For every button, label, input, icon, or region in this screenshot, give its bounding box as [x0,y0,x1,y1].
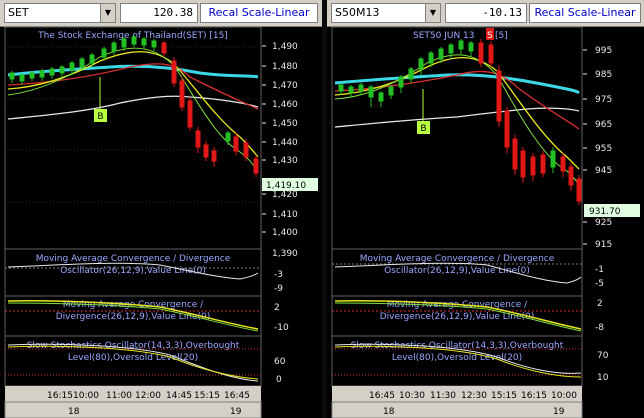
ma-white-line [7,95,259,120]
svg-text:11:30: 11:30 [430,391,456,401]
svg-text:955: 955 [595,144,612,154]
left-chart-window: SET ▼ 120.38 Recal Scale-Linear The Stoc… [0,0,322,418]
macd-osc-tick-1: -1 [595,265,604,275]
date-label-2: 19 [230,407,242,417]
date-label-1: 18 [68,407,80,417]
date-label-2: 19 [553,407,565,417]
svg-text:1,470: 1,470 [272,81,298,91]
svg-text:945: 945 [595,166,612,176]
price-tick-bottom: 1,390 [272,249,298,259]
symbol-value: SET [8,6,29,19]
svg-text:1,450: 1,450 [272,119,298,129]
svg-text:16:45: 16:45 [224,391,250,401]
svg-text:12:00: 12:00 [135,391,161,401]
svg-text:1,410: 1,410 [272,210,298,220]
ma-cyan-line [7,64,259,79]
svg-text:1,480: 1,480 [272,62,298,72]
symbol-value: S50M13 [335,6,380,19]
chart-title: SET50 JUN 13 [413,31,475,41]
svg-text:1,440: 1,440 [272,138,298,148]
date-label-1: 18 [383,407,395,417]
svg-text:975: 975 [595,95,612,105]
buy-signal-label: B [420,124,426,134]
macd-div-tick-1: 2 [597,299,603,309]
right-chart-area[interactable]: SET50 JUN 13 S [5] B 995 985 975 965 955… [327,27,644,418]
macd-div-tick-1: 2 [274,303,280,313]
macd-div-tick-2: -8 [595,323,604,333]
macd-osc-title: Moving Average Convergence / Divergence [360,254,555,264]
date-axis [4,401,262,418]
time-axis [5,386,261,402]
symbol-dropdown[interactable]: S50M13 ▼ [331,3,441,23]
macd-osc-tick-1: -3 [274,270,283,280]
chevron-down-icon[interactable]: ▼ [425,4,440,22]
chevron-down-icon[interactable]: ▼ [100,4,115,22]
svg-text:995: 995 [595,46,612,56]
price-axis: 995 985 975 965 955 945 925 915 [595,46,612,250]
stoch-tick-1: 70 [597,351,609,361]
svg-text:10:00: 10:00 [551,391,577,401]
svg-text:10:00: 10:00 [73,391,99,401]
svg-text:985: 985 [595,70,612,80]
candlesticks [338,39,582,205]
svg-text:16:15: 16:15 [521,391,547,401]
stoch-tick-1: 60 [274,357,286,367]
stoch-tick-2: 10 [597,373,609,383]
price-pane-frame [331,27,583,250]
price-axis-ticks [262,45,266,233]
price-change-display: -10.13 [445,3,527,23]
left-toolbar: SET ▼ 120.38 Recal Scale-Linear [0,0,322,27]
last-price-label: 1,419.10 [266,181,306,191]
svg-text:16:45: 16:45 [369,391,395,401]
right-toolbar: S50M13 ▼ -10.13 Recal Scale-Linear [327,0,644,27]
svg-text:1,400: 1,400 [272,228,298,238]
svg-text:1,490: 1,490 [272,42,298,52]
svg-text:15:15: 15:15 [194,391,220,401]
price-axis: 1,490 1,480 1,470 1,460 1,450 1,440 1,43… [272,42,298,238]
buy-signal-label: B [97,112,103,122]
macd-div-subtitle: Divergence(26,12,9),Value Line(0) [380,312,535,322]
svg-text:16:15: 16:15 [47,391,73,401]
time-labels: 16:45 10:30 11:30 12:30 15:15 16:15 10:0… [369,391,577,401]
svg-text:11:00: 11:00 [106,391,132,401]
price-pane-frame [4,27,262,250]
macd-osc-tick-2: -5 [595,279,604,289]
last-price-label: 931.70 [589,207,621,217]
time-labels: 16:15 10:00 11:00 12:00 14:45 15:15 16:4… [47,391,250,401]
left-chart-area[interactable]: The Stock Exchange of Thailand(SET) [15] [0,27,322,418]
stoch-tick-2: 0 [276,375,282,385]
svg-text:1,420: 1,420 [272,190,298,200]
candlesticks [9,35,259,177]
title-badge-label: S [487,31,493,41]
svg-text:10:30: 10:30 [399,391,425,401]
macd-osc-title: Moving Average Convergence / Divergence [36,254,231,264]
svg-text:12:30: 12:30 [461,391,487,401]
ma-white-line [334,107,580,128]
svg-text:1,460: 1,460 [272,100,298,110]
symbol-dropdown[interactable]: SET ▼ [4,3,116,23]
macd-div-tick-2: -10 [274,323,289,333]
price-change-display: 120.38 [120,3,198,23]
date-axis [331,401,583,418]
svg-text:1,430: 1,430 [272,156,298,166]
right-chart-window: S50M13 ▼ -10.13 Recal Scale-Linear SET50… [327,0,644,418]
svg-text:925: 925 [595,218,612,228]
macd-osc-tick-2: -9 [274,284,283,294]
svg-text:965: 965 [595,120,612,130]
svg-text:15:15: 15:15 [491,391,517,401]
recal-scale-button[interactable]: Recal Scale-Linear [529,3,641,23]
svg-text:14:45: 14:45 [166,391,192,401]
recal-scale-button[interactable]: Recal Scale-Linear [200,3,318,23]
chart-title-suffix: [5] [495,31,508,41]
svg-text:915: 915 [595,240,612,250]
